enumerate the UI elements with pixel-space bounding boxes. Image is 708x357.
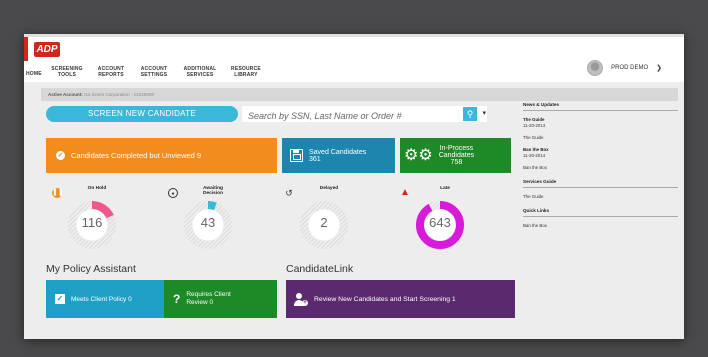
meets-client-policy-tile[interactable]: ✓ Meets Client Policy 0 <box>46 280 164 318</box>
nav-account-reports[interactable]: ACCOUNT REPORTS <box>89 66 133 78</box>
check-circle-icon: ✓ <box>56 151 65 160</box>
brand-tab <box>24 37 28 61</box>
services-item[interactable]: The Guide <box>523 194 678 200</box>
quick-link-item[interactable]: Ban the Box <box>523 223 678 229</box>
gears-icon: ⚙⚙ <box>404 146 433 164</box>
avatar[interactable] <box>587 60 604 76</box>
in-process-candidates-tile[interactable]: ⚙⚙ In-Process Candidates 758 <box>400 138 511 173</box>
requires-line2: Review 0 <box>186 299 214 306</box>
stat-label: Late <box>440 186 450 191</box>
screen-new-candidate-button[interactable]: SCREEN NEW CANDIDATE <box>46 106 238 122</box>
quick-links-header: Quick Links <box>523 208 678 217</box>
requires-line1: Requires Client <box>186 291 231 298</box>
review-new-candidates-tile[interactable]: + Review New Candidates and Start Screen… <box>286 280 515 318</box>
save-icon <box>290 149 303 162</box>
question-icon: ? <box>173 292 181 306</box>
stat-label: On Hold <box>87 186 107 191</box>
unviewed-candidates-tile[interactable]: ✓ Candidates Completed but Unviewed 9 <box>46 138 277 173</box>
account-label: Active Account: <box>48 92 83 97</box>
saved-title: Saved Candidates <box>309 148 367 156</box>
review-label: Review New Candidates and Start Screenin… <box>314 295 456 303</box>
nav-additional-services[interactable]: ADDITIONAL SERVICES <box>175 66 225 78</box>
stat-value: 2 <box>320 215 328 230</box>
stat-label: Delayed <box>319 186 339 191</box>
user-name[interactable]: PROD DEMO <box>611 65 648 71</box>
news-header: News & Updates <box>523 102 678 111</box>
nav-screening-tools[interactable]: SCREENING TOOLS <box>45 66 89 78</box>
stat-on-hold[interactable]: ❚❚ On Hold 116 <box>48 182 158 262</box>
news-item-link[interactable]: The Guide <box>523 135 678 141</box>
unviewed-label: Candidates Completed but Unviewed 9 <box>71 151 202 160</box>
news-item-link[interactable]: Ban the Box <box>523 165 678 171</box>
inprocess-count: 758 <box>450 159 463 166</box>
search-icon[interactable]: ⚲ <box>463 107 477 121</box>
services-header: Services Guide <box>523 179 678 188</box>
stat-value: 643 <box>429 215 451 230</box>
adp-logo[interactable]: ADP <box>34 42 60 57</box>
main-nav: HOME SCREENING TOOLS ACCOUNT REPORTS ACCOU… <box>24 66 267 78</box>
stat-late[interactable]: ▲ Late 643 <box>396 182 506 262</box>
active-account-bar: Active Account: Go Green Corporation - 1… <box>41 88 678 101</box>
inprocess-line2: Candidates <box>438 152 475 159</box>
history-icon: ↺ <box>285 188 293 198</box>
stat-awaiting-decision[interactable]: ● Awaiting Decision 43 <box>164 182 274 262</box>
warning-icon: ▲ <box>400 187 410 198</box>
app-window: ADP HOME SCREENING TOOLS ACCOUNT REPORTS A… <box>24 34 684 339</box>
stat-label: Awaiting Decision <box>203 186 223 196</box>
checkbox-icon: ✓ <box>55 294 65 304</box>
search-input[interactable] <box>242 108 462 124</box>
news-item-date: 11-20-2014 <box>523 123 546 128</box>
news-item-date: 11-20-2014 <box>523 153 546 158</box>
chevron-down-icon[interactable]: ❯ <box>656 64 662 72</box>
nav-resource-library[interactable]: RESOURCE LIBRARY <box>225 66 267 78</box>
stat-value: 116 <box>81 215 103 230</box>
nav-home[interactable]: HOME <box>24 66 42 78</box>
stat-value: 43 <box>200 215 216 230</box>
inprocess-line1: In-Process <box>439 145 474 152</box>
stat-delayed[interactable]: ↺ Delayed 2 <box>280 182 390 262</box>
search-dropdown-icon[interactable]: ▾ <box>482 109 486 117</box>
header-bar: ADP HOME SCREENING TOOLS ACCOUNT REPORTS A… <box>24 34 684 82</box>
sidebar: News & Updates The Guide 11-20-2014 The … <box>523 102 678 229</box>
pause-icon: ❚❚ <box>52 188 64 198</box>
target-icon: ● <box>168 188 178 198</box>
search-box: ⚲ ▾ <box>242 106 487 124</box>
account-value: Go Green Corporation - 12345000 <box>84 92 155 97</box>
add-person-icon: + <box>294 292 308 306</box>
meets-label: Meets Client Policy 0 <box>71 295 132 303</box>
saved-candidates-tile[interactable]: Saved Candidates 361 <box>282 138 395 173</box>
saved-count: 361 <box>309 155 321 163</box>
policy-assistant-heading: My Policy Assistant <box>46 263 136 275</box>
nav-account-settings[interactable]: ACCOUNT SETTINGS <box>133 66 175 78</box>
candidatelink-heading: CandidateLink <box>286 263 354 275</box>
requires-client-review-tile[interactable]: ? Requires Client Review 0 <box>164 280 277 318</box>
user-menu[interactable]: PROD DEMO ❯ <box>587 60 662 76</box>
